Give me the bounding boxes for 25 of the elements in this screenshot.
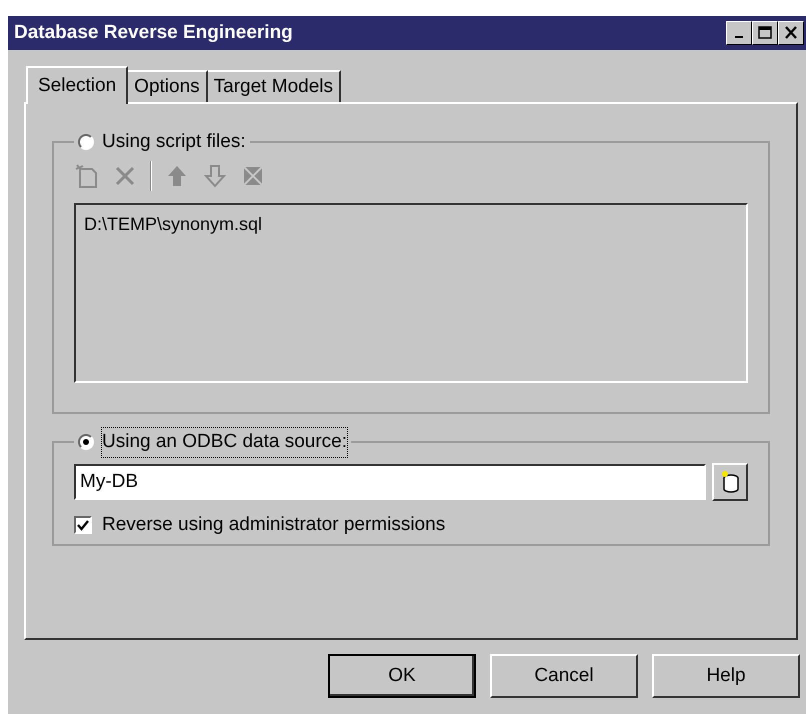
new-file-icon (74, 162, 100, 188)
maximize-icon (757, 26, 773, 40)
checkbox-label[interactable]: Reverse using administrator permissions (102, 510, 446, 539)
data-source-field[interactable]: My-DB (74, 464, 706, 500)
tab[interactable]: Options (128, 70, 208, 102)
radio-button[interactable] (78, 434, 94, 450)
close-button[interactable] (778, 21, 804, 45)
minimize-icon (735, 36, 743, 38)
select-data-source-button[interactable] (712, 462, 748, 500)
down-arrow-icon (202, 162, 228, 188)
radio-label[interactable]: Using script files: (102, 128, 246, 156)
maximize-button[interactable] (752, 21, 778, 45)
radio-label[interactable]: Using an ODBC data source: (102, 428, 348, 456)
database-icon (720, 470, 740, 494)
minimize-button[interactable] (726, 21, 752, 45)
tab[interactable]: Target Models (208, 70, 341, 102)
window-title: Database Reverse Engineering (14, 20, 294, 45)
tab[interactable]: Selection (26, 66, 128, 104)
checkbox[interactable] (74, 516, 92, 534)
dialog-button[interactable]: OK (328, 654, 476, 698)
radio-button[interactable] (78, 134, 94, 150)
file-list-item[interactable]: D:\TEMP\synonym.sql (82, 210, 740, 238)
dialog-button[interactable]: Help (652, 654, 800, 698)
dialog-button[interactable]: Cancel (490, 654, 638, 698)
close-icon (783, 26, 799, 40)
